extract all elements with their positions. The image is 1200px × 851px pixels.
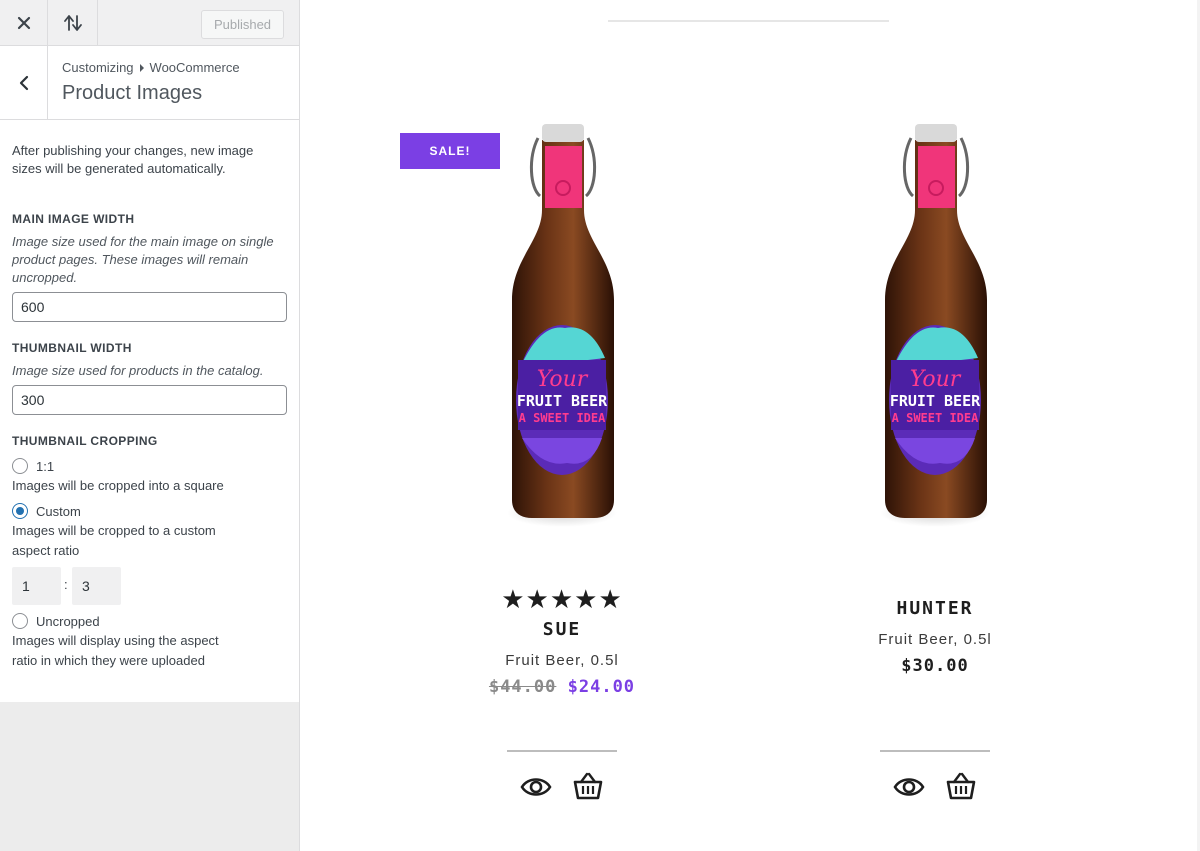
customizer-sidebar: Published Customizing WooCommerce Produc…: [0, 0, 300, 851]
thumbnail-width-label: THUMBNAIL WIDTH: [12, 341, 132, 355]
divider: [608, 20, 889, 22]
product-title[interactable]: HUNTER: [810, 598, 1060, 619]
cropping-option-desc: Images will be cropped to a custom aspec…: [12, 523, 216, 558]
breadcrumb: Customizing WooCommerce: [62, 60, 240, 75]
bottle-label-line2: FRUIT BEER: [517, 392, 608, 410]
product-price: $30.00: [901, 656, 969, 676]
bottle-label-line2: FRUIT BEER: [890, 392, 981, 410]
product-image-hunter[interactable]: Your FRUIT BEER A SWEET IDEA: [863, 118, 1008, 570]
product-card-sue: ★★★★★ SUE Fruit Beer, 0.5l $44.00 $24.00: [437, 584, 687, 697]
basket-icon[interactable]: [946, 772, 976, 800]
bottle-label-line3: A SWEET IDEA: [519, 411, 606, 425]
caret-right-icon: [139, 63, 144, 72]
section-header: Customizing WooCommerce Product Images: [0, 46, 299, 120]
ratio-height-input[interactable]: 3: [72, 567, 121, 605]
sort-arrows-icon[interactable]: [48, 0, 98, 45]
intro-description: After publishing your changes, new image…: [12, 143, 254, 176]
product-price: $44.00 $24.00: [437, 677, 687, 697]
main-image-width-input[interactable]: 600: [12, 292, 287, 322]
site-preview: SALE! Your FRUIT BEER A SWEET IDEA ★★★★★…: [300, 0, 1200, 851]
breadcrumb-section: WooCommerce: [149, 60, 240, 75]
breadcrumb-root: Customizing: [62, 60, 134, 75]
cropping-option-label: Uncropped: [36, 613, 100, 629]
cropping-option-square[interactable]: 1:1: [12, 458, 54, 474]
sale-price: $24.00: [567, 677, 636, 697]
cropping-option-desc: Images will be cropped into a square: [12, 478, 224, 493]
eye-icon[interactable]: [520, 774, 552, 800]
product-subtitle: Fruit Beer, 0.5l: [878, 631, 992, 648]
main-image-width-label: MAIN IMAGE WIDTH: [12, 212, 135, 226]
eye-icon[interactable]: [893, 774, 925, 800]
cropping-option-label: 1:1: [36, 458, 55, 474]
ratio-separator: :: [64, 577, 68, 592]
radio-custom[interactable]: [12, 503, 28, 519]
basket-icon[interactable]: [573, 772, 603, 800]
cropping-option-desc: Images will display using the aspect rat…: [12, 633, 219, 668]
product-image-sue[interactable]: Your FRUIT BEER A SWEET IDEA: [490, 118, 635, 570]
radio-uncropped[interactable]: [12, 613, 28, 629]
product-images-controls: After publishing your changes, new image…: [0, 120, 299, 702]
bottle-label-line1: Your: [537, 367, 589, 392]
product-title[interactable]: SUE: [437, 619, 687, 640]
page-title: Product Images: [62, 82, 203, 104]
divider: [507, 750, 617, 752]
cropping-option-label: Custom: [36, 503, 81, 519]
close-icon[interactable]: [0, 0, 48, 45]
main-image-width-help: Image size used for the main image on si…: [12, 234, 274, 285]
radio-square[interactable]: [12, 458, 28, 474]
thumbnail-width-input[interactable]: 300: [12, 385, 287, 415]
divider: [880, 750, 990, 752]
ratio-width-input[interactable]: 1: [12, 567, 61, 605]
cropping-option-uncropped[interactable]: Uncropped: [12, 613, 100, 629]
publish-button[interactable]: Published: [201, 10, 284, 39]
bottle-label-line1: Your: [910, 367, 962, 392]
old-price: $44.00: [488, 677, 557, 697]
star-rating: ★★★★★: [501, 584, 623, 614]
thumbnail-cropping-label: THUMBNAIL CROPPING: [12, 434, 158, 448]
thumbnail-width-help: Image size used for products in the cata…: [12, 363, 264, 378]
bottle-label-line3: A SWEET IDEA: [892, 411, 979, 425]
product-subtitle: Fruit Beer, 0.5l: [505, 652, 619, 669]
cropping-option-custom[interactable]: Custom: [12, 503, 81, 519]
chevron-left-icon[interactable]: [0, 46, 48, 119]
customizer-header-actions: Published: [0, 0, 299, 46]
sale-badge: SALE!: [400, 133, 500, 169]
product-card-hunter: HUNTER Fruit Beer, 0.5l $30.00: [810, 598, 1060, 676]
